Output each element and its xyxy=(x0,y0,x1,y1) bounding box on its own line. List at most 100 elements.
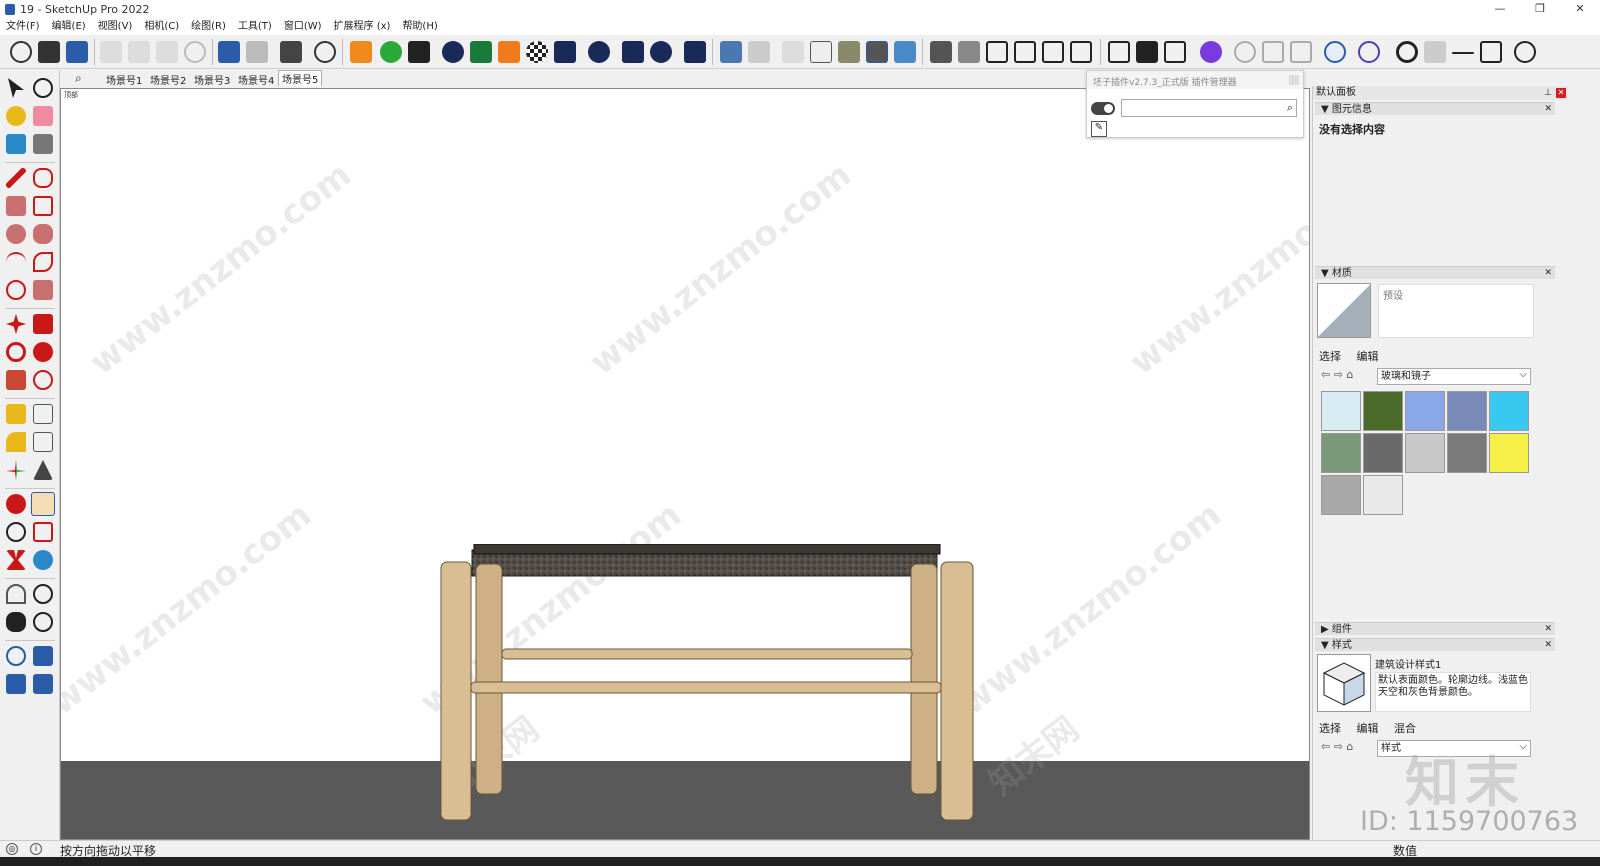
gears-icon[interactable] xyxy=(588,41,610,63)
open-folder-icon[interactable] xyxy=(38,41,60,63)
push-pull-icon[interactable] xyxy=(33,314,53,334)
tab-select[interactable]: 选择 xyxy=(1319,722,1341,735)
refresh-icon[interactable] xyxy=(380,41,402,63)
polygon-tool-icon[interactable] xyxy=(33,224,53,244)
checker-icon[interactable] xyxy=(526,41,548,63)
menu-camera[interactable]: 相机(C) xyxy=(138,18,185,35)
eraser-icon[interactable] xyxy=(33,106,53,126)
material-swatch[interactable] xyxy=(1489,391,1529,431)
xray-face-icon[interactable] xyxy=(748,41,770,63)
position-camera-icon[interactable] xyxy=(6,584,26,604)
orbit-icon[interactable] xyxy=(33,78,53,98)
entity-info-header[interactable]: ▼ 图元信息 ✕ xyxy=(1315,102,1555,115)
tree-icon[interactable] xyxy=(470,41,492,63)
export-icon[interactable] xyxy=(408,41,430,63)
rectangle-icon[interactable] xyxy=(1480,41,1502,63)
look-around-icon[interactable] xyxy=(33,584,53,604)
zoom-extents-icon[interactable] xyxy=(6,550,26,570)
mail-icon[interactable] xyxy=(622,41,644,63)
redo-icon[interactable] xyxy=(246,41,268,63)
menu-edit[interactable]: 编辑(E) xyxy=(46,18,92,35)
material-name-field[interactable]: 预设 xyxy=(1378,284,1534,338)
tape-measure-icon[interactable] xyxy=(6,404,26,424)
maximize-button[interactable]: ❐ xyxy=(1520,0,1560,18)
material-swatch[interactable] xyxy=(1363,433,1403,473)
shaded-icon[interactable] xyxy=(838,41,860,63)
bench-model[interactable] xyxy=(436,544,981,824)
print-icon[interactable] xyxy=(280,41,302,63)
hidden-line-icon[interactable] xyxy=(810,41,832,63)
pie-icon[interactable] xyxy=(33,280,53,300)
material-swatch[interactable] xyxy=(1363,391,1403,431)
wireframe-icon[interactable] xyxy=(782,41,804,63)
shaded-face-icon[interactable] xyxy=(720,41,742,63)
plugin-search-input[interactable]: ⌕ xyxy=(1121,99,1297,117)
axes-icon[interactable] xyxy=(6,460,26,480)
tray-scrollbar[interactable] xyxy=(1568,86,1600,840)
material-swatch[interactable] xyxy=(1363,475,1403,515)
line-icon[interactable] xyxy=(1452,52,1474,54)
settings-purple-icon[interactable] xyxy=(1358,41,1380,63)
material-swatch[interactable] xyxy=(1447,433,1487,473)
plugin-toggle-switch[interactable] xyxy=(1091,102,1115,115)
geo-location-icon[interactable]: ◎ xyxy=(6,843,18,855)
camera2-disabled-icon[interactable] xyxy=(1290,41,1312,63)
clock-icon[interactable] xyxy=(1324,41,1346,63)
hide-icon[interactable] xyxy=(1514,41,1536,63)
top-view-icon[interactable] xyxy=(958,41,980,63)
sandbox-icon[interactable] xyxy=(6,646,26,666)
orbit-disabled-icon[interactable] xyxy=(1234,41,1256,63)
paste-icon[interactable] xyxy=(156,41,178,63)
walk-icon[interactable] xyxy=(6,612,26,632)
model-info-icon[interactable] xyxy=(314,41,336,63)
select-arrow-icon[interactable] xyxy=(8,78,24,98)
iso-view-icon[interactable] xyxy=(930,41,952,63)
char-mo-icon[interactable] xyxy=(1164,41,1186,63)
table-icon[interactable] xyxy=(1108,41,1130,63)
material-swatch[interactable] xyxy=(1405,391,1445,431)
plugin-purple-icon[interactable] xyxy=(1200,41,1222,63)
tab-select[interactable]: 选择 xyxy=(1319,350,1341,363)
menu-help[interactable]: 帮助(H) xyxy=(396,18,443,35)
dimension-icon[interactable] xyxy=(33,404,53,424)
material-library-select[interactable]: 玻璃和镜子 xyxy=(1377,367,1531,385)
scene-tab-1[interactable]: 场景号1 xyxy=(106,72,142,87)
zoom-window-icon[interactable] xyxy=(33,522,53,542)
paint-bucket-icon[interactable] xyxy=(6,106,26,126)
char-huai-icon[interactable] xyxy=(1136,41,1158,63)
menu-view[interactable]: 视图(V) xyxy=(92,18,139,35)
orbit-tool-icon[interactable] xyxy=(6,494,26,514)
dot-icon[interactable] xyxy=(1396,41,1418,63)
scene-tab-2[interactable]: 场景号2 xyxy=(150,72,186,87)
layers-orange-icon[interactable] xyxy=(498,41,520,63)
offset-icon[interactable] xyxy=(33,370,53,390)
components-header[interactable]: ▶ 组件 ✕ xyxy=(1315,622,1555,635)
scene-tab-5[interactable]: 场景号5 xyxy=(278,70,323,86)
tab-edit[interactable]: 编辑 xyxy=(1357,722,1379,735)
model-viewport[interactable]: 顶部 www.znzmo.com www.znzmo.com www.znzmo… xyxy=(60,88,1310,840)
line-tool-icon[interactable] xyxy=(6,168,26,188)
arc2-icon[interactable] xyxy=(33,252,53,272)
scene-search-icon[interactable]: ⌕ xyxy=(75,71,82,86)
drape-icon[interactable] xyxy=(33,674,53,694)
3d-text-icon[interactable] xyxy=(33,460,53,480)
cloud-upload-icon[interactable] xyxy=(554,41,576,63)
zoom-icon[interactable] xyxy=(6,522,26,542)
scale-icon[interactable] xyxy=(6,370,26,390)
menu-extensions[interactable]: 扩展程序 (x) xyxy=(328,18,397,35)
new-file-icon[interactable] xyxy=(10,41,32,63)
menu-draw[interactable]: 绘图(R) xyxy=(185,18,232,35)
materials-header[interactable]: ▼ 材质 ✕ xyxy=(1315,266,1555,279)
circle-tool-icon[interactable] xyxy=(6,224,26,244)
rectangle-tool-icon[interactable] xyxy=(6,196,26,216)
material-swatch[interactable] xyxy=(1321,475,1361,515)
arc3-icon[interactable] xyxy=(6,280,26,300)
info-icon[interactable]: i xyxy=(30,843,42,855)
text-tool-icon[interactable] xyxy=(33,432,53,452)
brush-icon[interactable]: ✎ xyxy=(1091,121,1107,137)
material-swatch[interactable] xyxy=(1321,391,1361,431)
styles-nav-icons[interactable]: ⇦ ⇨ ⌂ xyxy=(1321,740,1353,753)
menu-window[interactable]: 窗口(W) xyxy=(278,18,328,35)
follow-me-icon[interactable] xyxy=(33,342,53,362)
rotate-icon[interactable] xyxy=(6,342,26,362)
